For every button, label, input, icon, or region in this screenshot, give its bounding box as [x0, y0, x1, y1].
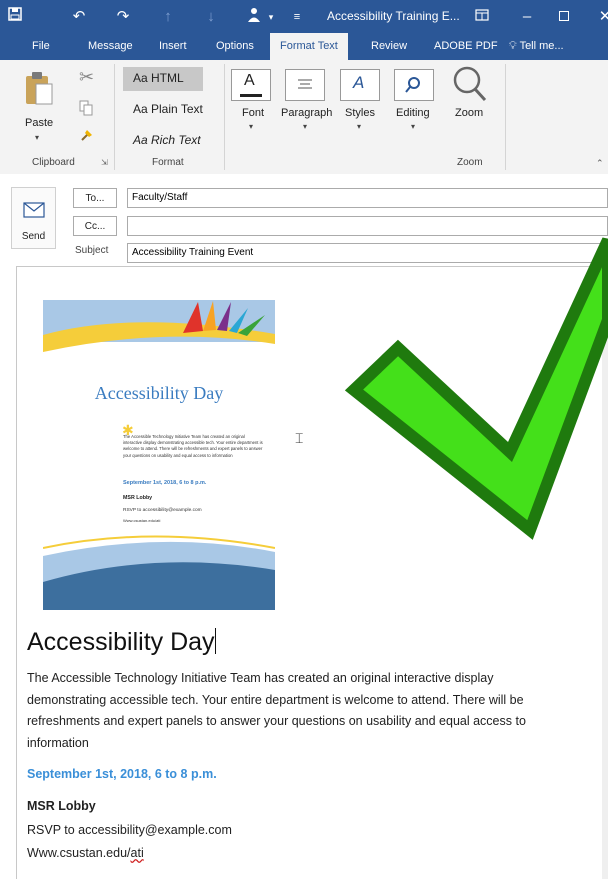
close-icon[interactable]: ✕ [594, 7, 608, 27]
down-arrow-icon[interactable]: ↓ [200, 7, 222, 27]
email-url[interactable]: Www.csustan.edu/ati [27, 846, 144, 860]
editing-dropdown-icon[interactable]: ▾ [411, 122, 415, 131]
paragraph-dropdown-icon[interactable]: ▾ [303, 122, 307, 131]
zoom-button[interactable] [450, 64, 490, 109]
tab-file[interactable]: File [32, 33, 50, 60]
clipboard-launcher-icon[interactable]: ⇲ [101, 158, 108, 167]
undo-icon[interactable]: ↶ [68, 7, 90, 27]
collapse-ribbon-icon[interactable]: ⌃ [596, 158, 604, 169]
clipboard-icon [26, 72, 53, 105]
styles-label[interactable]: Styles [345, 107, 375, 119]
text-cursor-icon: ⌶ [295, 430, 304, 446]
email-url-prefix: Www.csustan.edu/ [27, 846, 131, 860]
cut-icon[interactable]: ✂ [79, 67, 94, 88]
send-label: Send [21, 231, 46, 242]
flyer-rsvp: RSVP to accessibility@example.com [123, 508, 202, 513]
flyer-location: MSR Lobby [123, 495, 153, 501]
editing-label[interactable]: Editing [396, 107, 430, 119]
flyer-image: ✱ Accessibility Day The Accessible Techn… [43, 300, 275, 610]
zoom-group-label: Zoom [457, 157, 483, 168]
email-location[interactable]: MSR Lobby [27, 799, 96, 813]
ribbon-tabs: File Message Insert Options Format Text … [0, 33, 608, 60]
paste-dropdown-icon[interactable]: ▾ [35, 133, 39, 142]
format-group-label: Format [152, 157, 184, 168]
find-icon [405, 77, 420, 93]
styles-dropdown-icon[interactable]: ▾ [357, 122, 361, 131]
tab-format-text[interactable]: Format Text [270, 33, 348, 60]
customize-toolbar-icon[interactable]: ≡ [286, 7, 308, 27]
tell-me-label: Tell me... [519, 40, 564, 52]
copy-icon[interactable] [79, 100, 93, 119]
font-button[interactable]: A [231, 69, 271, 101]
paragraph-label[interactable]: Paragraph [281, 107, 332, 119]
font-icon: A [244, 72, 255, 89]
send-button[interactable]: Send [11, 187, 56, 249]
flyer-url: Www.csustan.edu/ati [123, 518, 161, 523]
checkmark-icon [344, 237, 608, 540]
save-icon[interactable] [4, 7, 26, 27]
ribbon: Paste ▾ ✂ Clipboard ⇲ Aa HTML Aa Plain T… [0, 60, 608, 175]
redo-icon[interactable]: ↷ [112, 7, 134, 27]
caret [214, 628, 216, 654]
flyer-title: Accessibility Day [94, 383, 224, 403]
email-heading-text: Accessibility Day [27, 628, 215, 656]
clipboard-group-label: Clipboard [32, 157, 75, 168]
ribbon-divider [505, 64, 506, 170]
flyer-body: The Accessible Technology Initiative Tea… [123, 434, 263, 458]
ribbon-divider [224, 64, 225, 170]
styles-icon: A [353, 73, 365, 92]
editing-button[interactable] [394, 69, 434, 101]
font-label[interactable]: Font [242, 107, 264, 119]
tab-message[interactable]: Message [88, 33, 133, 60]
tab-insert[interactable]: Insert [159, 33, 187, 60]
zoom-label[interactable]: Zoom [455, 107, 483, 119]
font-underline [240, 94, 262, 97]
send-icon [23, 202, 45, 218]
minimize-icon[interactable]: – [516, 7, 538, 27]
align-center-icon [298, 79, 312, 89]
email-rsvp[interactable]: RSVP to accessibility@example.com [27, 823, 232, 837]
styles-button[interactable]: A [340, 69, 380, 101]
tab-tell-me[interactable]: 💡︎ Tell me... [509, 33, 564, 60]
tab-options[interactable]: Options [216, 33, 254, 60]
paste-label[interactable]: Paste [25, 117, 53, 129]
format-painter-icon[interactable] [80, 128, 94, 145]
flyer-date: September 1st, 2018, 6 to 8 p.m. [123, 480, 207, 486]
html-format-label[interactable]: Aa HTML [133, 71, 184, 85]
plain-text-format-button[interactable]: Aa Plain Text [133, 102, 203, 116]
magnifier-icon [453, 66, 487, 102]
person-dropdown-icon[interactable]: ▾ [260, 7, 282, 27]
ribbon-divider [114, 64, 115, 170]
email-url-misspelled: ati [130, 846, 144, 860]
lightbulb-icon: 💡︎ [509, 40, 517, 52]
to-button[interactable]: To... [73, 188, 117, 208]
title-bar: ↶ ↷ ↑ ↓ ▾ ≡ Accessibility Training E... … [0, 0, 608, 33]
font-dropdown-icon[interactable]: ▾ [249, 122, 253, 131]
email-paragraph[interactable]: The Accessible Technology Initiative Tea… [27, 668, 572, 754]
rich-text-format-button[interactable]: Aa Rich Text [133, 133, 201, 147]
maximize-icon[interactable] [553, 7, 575, 27]
window-title: Accessibility Training E... [327, 9, 460, 23]
cc-button[interactable]: Cc... [73, 216, 117, 236]
email-heading[interactable]: Accessibility Day [27, 628, 216, 657]
paste-button[interactable] [24, 70, 54, 111]
tab-review[interactable]: Review [371, 33, 407, 60]
email-date[interactable]: September 1st, 2018, 6 to 8 p.m. [27, 767, 217, 781]
paragraph-button[interactable] [285, 69, 325, 101]
tab-adobe-pdf[interactable]: ADOBE PDF [434, 33, 498, 60]
subject-label: Subject [75, 245, 109, 256]
up-arrow-icon[interactable]: ↑ [157, 7, 179, 27]
ribbon-display-icon[interactable] [471, 7, 493, 27]
